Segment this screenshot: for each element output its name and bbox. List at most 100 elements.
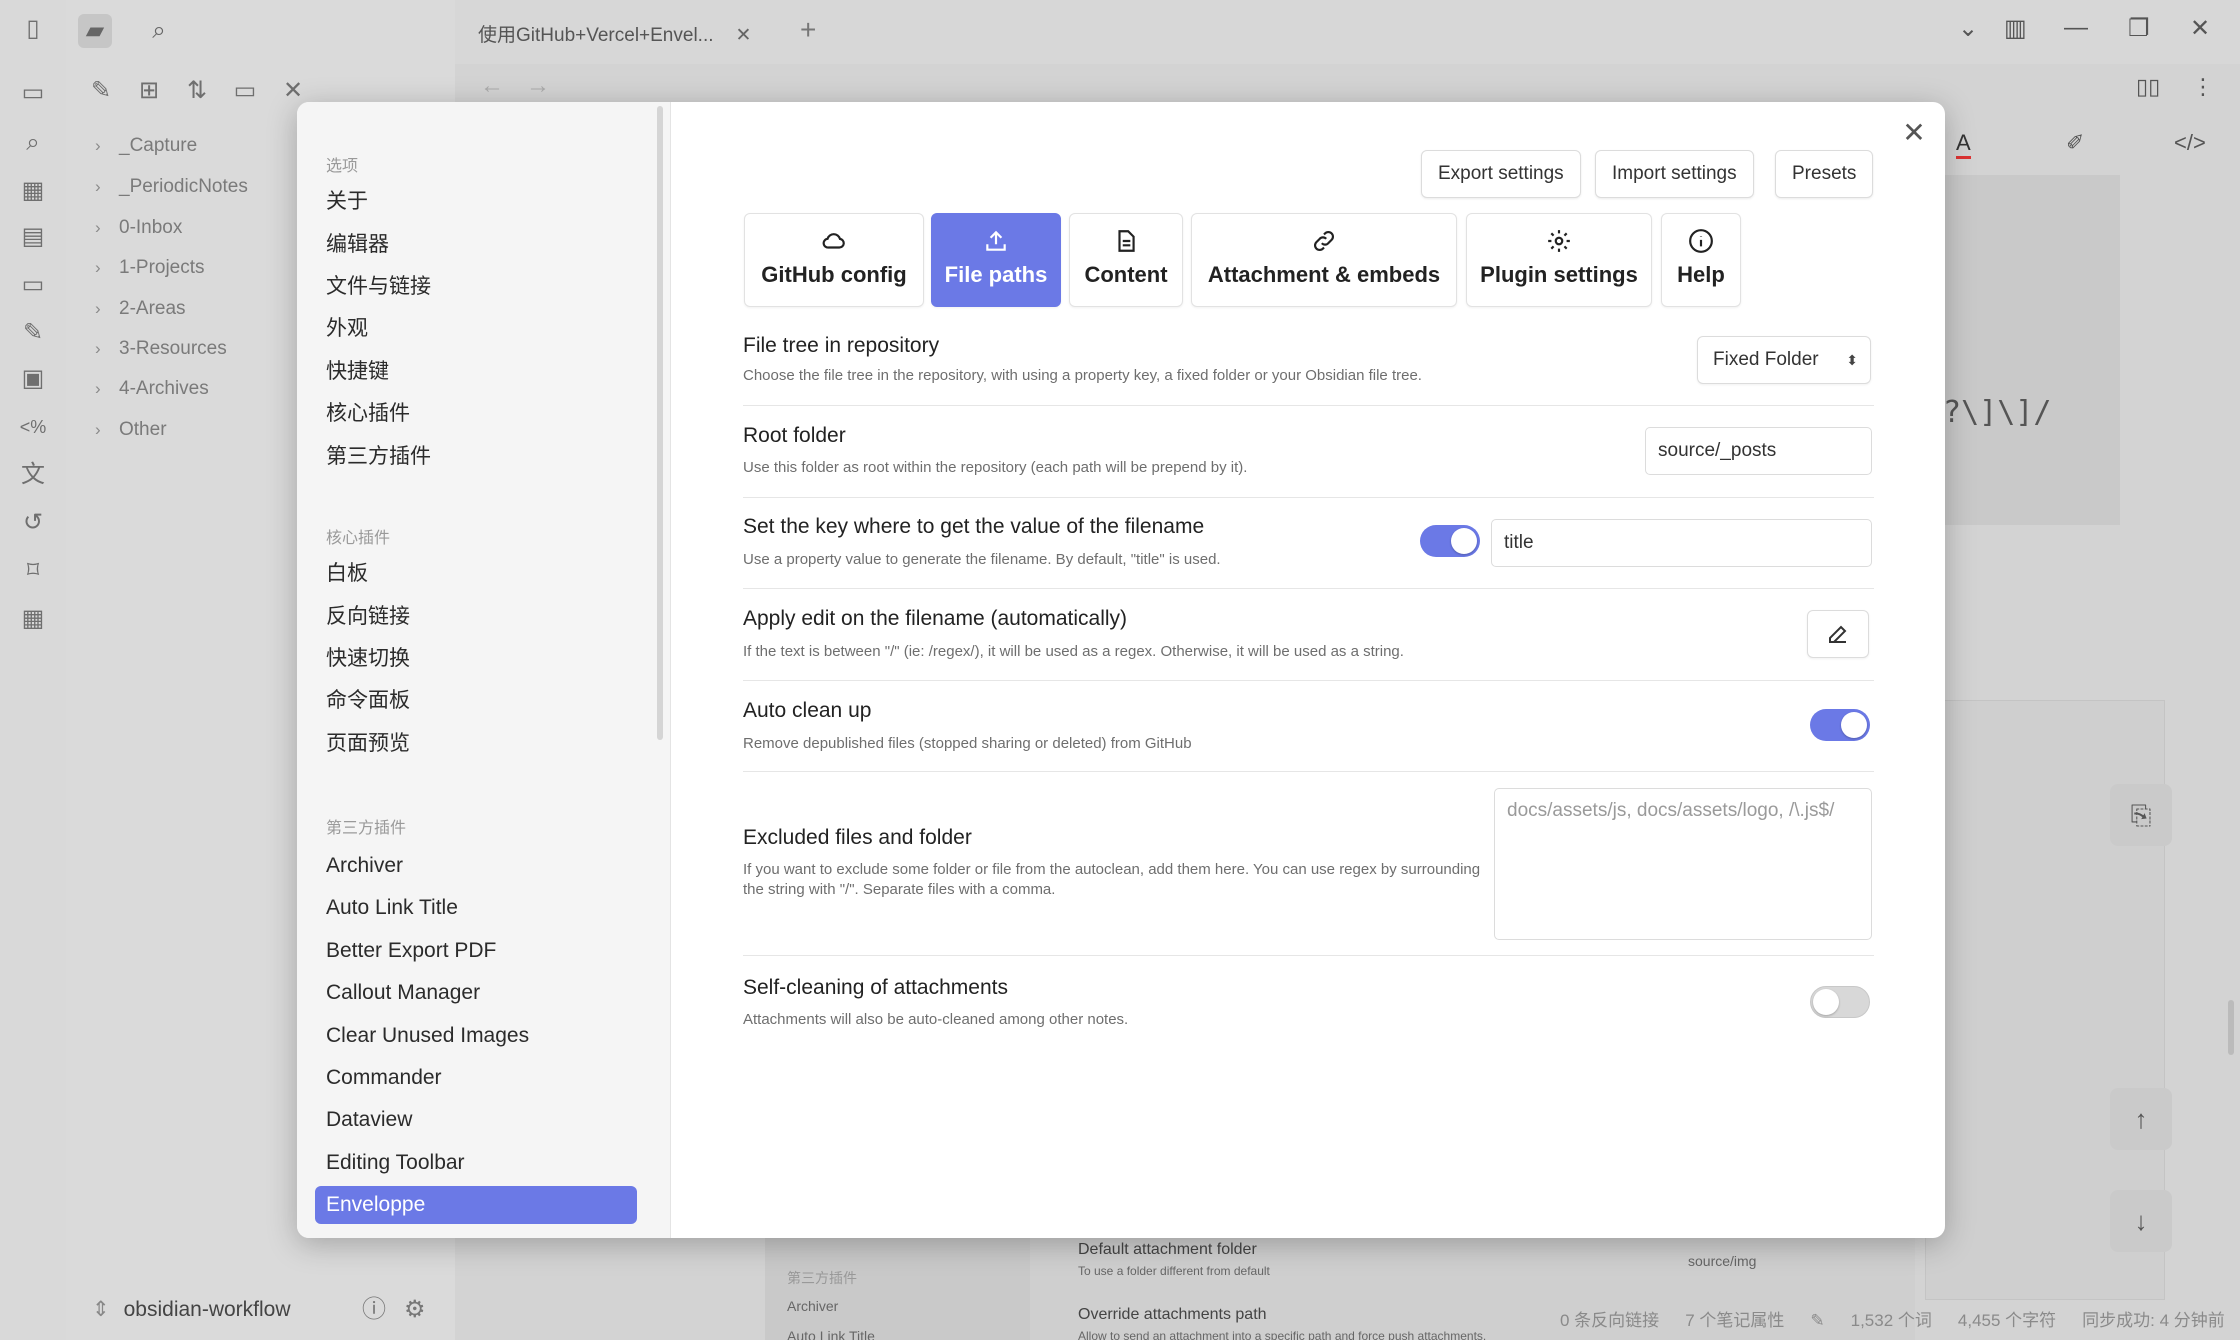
close-modal-icon[interactable]: ✕ (1897, 116, 1931, 150)
tree-folder[interactable]: › 3-Resources (95, 338, 227, 360)
tab-plugin-settings[interactable]: Plugin settings (1466, 213, 1652, 307)
excluded-files-textarea[interactable] (1494, 788, 1872, 940)
help-icon[interactable]: ⓘ (362, 1296, 386, 1323)
self-cleaning-toggle[interactable] (1810, 986, 1870, 1018)
sort-icon[interactable]: ⇅ (182, 76, 212, 106)
tree-folder[interactable]: › 1-Projects (95, 257, 205, 279)
history-icon[interactable]: ↺ (18, 508, 48, 538)
forward-icon[interactable]: → (526, 72, 550, 99)
highlight-icon[interactable]: ✐ (2066, 130, 2084, 156)
template-icon[interactable]: <% (18, 412, 48, 442)
code-icon[interactable]: </> (2174, 130, 2206, 156)
root-folder-input[interactable] (1645, 427, 1872, 475)
new-tab-icon[interactable]: + (800, 14, 816, 46)
tree-folder[interactable]: › 2-Areas (95, 298, 186, 320)
file-tree-dropdown[interactable]: Fixed Folder ⬍ (1697, 336, 1871, 384)
section-title-community: 第三方插件 (326, 820, 407, 837)
nav-item-enveloppe[interactable]: Enveloppe (315, 1186, 637, 1224)
window-close-icon[interactable]: ✕ (2190, 14, 2210, 43)
calendar-board-icon[interactable]: ▣ (18, 364, 48, 394)
nav-item-auto-link-title[interactable]: Auto Link Title (315, 889, 637, 927)
search-icon[interactable]: ⌕ (142, 14, 176, 48)
export-settings-button[interactable]: Export settings (1421, 150, 1581, 198)
nav-item-community-plugins[interactable]: 第三方插件 (315, 438, 637, 476)
link-icon (1192, 228, 1456, 256)
font-color-icon[interactable]: A (1956, 130, 1971, 159)
filename-key-input[interactable] (1491, 519, 1872, 567)
vault-switcher[interactable]: ⇕ obsidian-workflow (92, 1297, 291, 1322)
scroll-up-icon[interactable]: ↑ (2110, 1088, 2172, 1150)
nav-item-dataview[interactable]: Dataview (315, 1101, 637, 1139)
edit-icon[interactable]: ✎ (1810, 1311, 1824, 1330)
split-view-icon[interactable]: ▥ (2004, 14, 2027, 43)
nav-item-clear-unused-images[interactable]: Clear Unused Images (315, 1017, 637, 1055)
collapse-icon[interactable]: ▭ (230, 76, 260, 106)
back-icon[interactable]: ← (480, 72, 504, 99)
nav-item-quick-switcher[interactable]: 快速切换 (315, 640, 637, 678)
tab-active-note[interactable]: 使用GitHub+Vercel+Envel... ✕ (478, 20, 751, 47)
backlinks-count[interactable]: 0 条反向链接 (1560, 1311, 1659, 1330)
tab-help[interactable]: Help (1661, 213, 1741, 307)
scroll-down-icon[interactable]: ↓ (2110, 1190, 2172, 1252)
tree-folder[interactable]: › 4-Archives (95, 378, 209, 400)
nav-item-callout-manager[interactable]: Callout Manager (315, 974, 637, 1012)
nav-item-hotkeys[interactable]: 快捷键 (315, 353, 637, 391)
nav-item-canvas[interactable]: 白板 (315, 555, 637, 593)
presets-button[interactable]: Presets (1775, 150, 1874, 198)
nav-item-better-export-pdf[interactable]: Better Export PDF (315, 932, 637, 970)
pen-icon[interactable]: ✎ (18, 318, 48, 348)
tab-github-config[interactable]: GitHub config (744, 213, 924, 307)
new-note-icon[interactable]: ✎ (86, 76, 116, 106)
nav-item-core-plugins[interactable]: 核心插件 (315, 395, 637, 433)
sync-status[interactable]: 同步成功: 4 分钟前 (2082, 1311, 2225, 1330)
nav-item-archiver[interactable]: Archiver (315, 847, 637, 885)
tab-content[interactable]: Content (1069, 213, 1183, 307)
nav-item-files-links[interactable]: 文件与链接 (315, 268, 637, 306)
side-action-icon[interactable]: ⎘ (2110, 784, 2172, 846)
nav-item-page-preview[interactable]: 页面预览 (315, 725, 637, 763)
setting-desc: If you want to exclude some folder or fi… (743, 861, 1481, 898)
tab-attachment-embeds[interactable]: Attachment & embeds (1191, 213, 1457, 307)
info-icon (1662, 228, 1740, 256)
bookmark-icon[interactable]: ⌑ (18, 556, 48, 586)
tree-folder[interactable]: › _Capture (95, 135, 197, 157)
canvas-icon[interactable]: ▭ (18, 270, 48, 300)
folder-icon[interactable]: ▰ (78, 14, 112, 48)
tab-file-paths[interactable]: File paths (931, 213, 1061, 307)
word-count: 1,532 个词 (1850, 1311, 1932, 1330)
search-file-icon[interactable]: ⌕ (18, 128, 48, 158)
tree-folder[interactable]: › Other (95, 419, 167, 441)
nav-item-commander[interactable]: Commander (315, 1059, 637, 1097)
settings-gear-icon[interactable]: ⚙ (404, 1296, 426, 1323)
tree-folder[interactable]: › 0-Inbox (95, 217, 182, 239)
filename-key-toggle[interactable] (1420, 525, 1480, 557)
sidebar-scrollbar[interactable] (657, 106, 663, 740)
import-settings-button[interactable]: Import settings (1595, 150, 1754, 198)
auto-clean-toggle[interactable] (1810, 709, 1870, 741)
new-folder-icon[interactable]: ⊞ (134, 76, 164, 106)
sidebar-toggle-icon[interactable]: ▯ (18, 14, 48, 44)
restore-icon[interactable]: ❐ (2128, 14, 2150, 43)
nav-item-editor[interactable]: 编辑器 (315, 226, 637, 264)
more-options-icon[interactable]: ⋮ (2192, 74, 2214, 100)
nav-item-command-palette[interactable]: 命令面板 (315, 682, 637, 720)
nav-item-appearance[interactable]: 外观 (315, 310, 637, 348)
translate-icon[interactable]: 文 (18, 460, 48, 490)
minimize-icon[interactable]: — (2064, 14, 2088, 42)
editor-scrollbar[interactable] (2228, 1000, 2234, 1055)
setting-desc: Remove depublished files (stopped sharin… (743, 735, 1192, 752)
calendar-icon[interactable]: ▦ (18, 604, 48, 634)
layout-icon[interactable]: ▤ (18, 222, 48, 252)
properties-count[interactable]: 7 个笔记属性 (1685, 1311, 1784, 1330)
status-bar: 0 条反向链接 7 个笔记属性 ✎ 1,532 个词 4,455 个字符 同步成功: 4 … (1560, 1306, 2240, 1331)
close-tab-icon[interactable]: ✕ (736, 25, 752, 46)
edit-filename-button[interactable] (1807, 610, 1869, 658)
grid-icon[interactable]: ▦ (18, 176, 48, 206)
archive-icon[interactable]: ▭ (18, 78, 48, 108)
tab-list-icon[interactable]: ⌄ (1958, 14, 1978, 43)
nav-item-backlinks[interactable]: 反向链接 (315, 598, 637, 636)
nav-item-editing-toolbar[interactable]: Editing Toolbar (315, 1144, 637, 1182)
reading-view-icon[interactable]: ▯▯ (2136, 74, 2160, 100)
nav-item-about[interactable]: 关于 (315, 183, 637, 221)
tree-folder[interactable]: › _PeriodicNotes (95, 176, 248, 198)
